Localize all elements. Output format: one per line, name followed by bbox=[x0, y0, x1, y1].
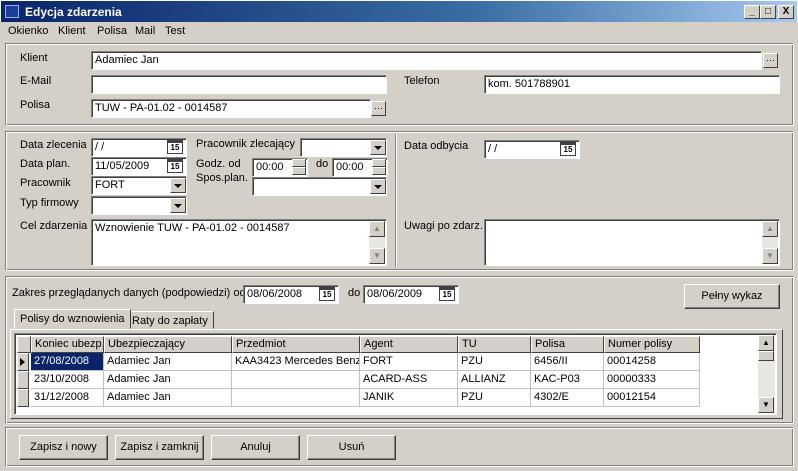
cell-tu[interactable]: PZU bbox=[458, 389, 531, 407]
menu-polisa[interactable]: Polisa bbox=[97, 25, 127, 37]
data-zlecenia-calendar-icon[interactable]: 15 bbox=[167, 139, 183, 154]
cell-agent[interactable]: JANIK bbox=[360, 389, 458, 407]
polisa-field[interactable]: TUW - PA-01.02 - 0014587 bbox=[91, 99, 371, 118]
col-header-polisa[interactable]: Polisa bbox=[531, 336, 604, 353]
menu-mail[interactable]: Mail bbox=[135, 25, 155, 37]
spos-plan-select[interactable] bbox=[252, 177, 387, 196]
policy-grid: Koniec ubezp. Ubezpieczający Przedmiot A… bbox=[14, 333, 777, 415]
polisa-label: Polisa bbox=[20, 99, 50, 111]
cell-polisa[interactable]: KAC-P03 bbox=[531, 371, 604, 389]
pracownik-label: Pracownik bbox=[20, 177, 71, 189]
cell-polisa[interactable]: 6456/II bbox=[531, 353, 604, 371]
panel-divider bbox=[395, 134, 397, 267]
telefon-field[interactable]: kom. 501788901 bbox=[484, 75, 780, 94]
range-from-calendar-icon[interactable]: 15 bbox=[319, 286, 335, 301]
uwagi-label: Uwagi po zdarz. bbox=[404, 220, 483, 232]
cel-zdarzenia-text: Wznowienie TUW - PA-01.02 - 0014587 bbox=[95, 222, 290, 234]
godz-do-spinner[interactable] bbox=[372, 159, 386, 176]
data-odbycia-label: Data odbycia bbox=[404, 140, 469, 152]
row-indicator[interactable] bbox=[17, 389, 29, 407]
email-label: E-Mail bbox=[20, 75, 52, 87]
cell-przedmiot[interactable] bbox=[232, 371, 360, 389]
grid-corner bbox=[17, 336, 31, 353]
tab-polisy[interactable]: Polisy do wznowienia bbox=[14, 309, 131, 329]
cel-zdarzenia-scrollbar[interactable]: ▲ ▼ bbox=[369, 221, 385, 264]
typ-firmowy-label: Typ firmowy bbox=[20, 197, 79, 209]
row-indicator[interactable] bbox=[17, 353, 29, 371]
range-to-label: do bbox=[348, 287, 361, 299]
menu-test[interactable]: Test bbox=[165, 25, 185, 37]
col-header-przedmiot[interactable]: Przedmiot bbox=[232, 336, 360, 353]
maximize-button[interactable]: □ bbox=[760, 5, 776, 19]
save-and-close-button[interactable]: Zapisz i zamknij bbox=[115, 435, 204, 460]
col-header-ubezpieczajacy[interactable]: Ubezpieczający bbox=[104, 336, 232, 353]
cell-ubezpieczajacy[interactable]: Adamiec Jan bbox=[104, 353, 232, 371]
uwagi-scrollbar[interactable]: ▲ ▼ bbox=[762, 221, 778, 264]
cell-przedmiot[interactable]: KAA3423 Mercedes Benz bbox=[232, 353, 360, 371]
godz-od-spinner[interactable] bbox=[292, 159, 306, 176]
menu-bar: Okienko Klient Polisa Mail Test bbox=[0, 22, 798, 40]
cell-przedmiot[interactable] bbox=[232, 389, 360, 407]
col-header-numer[interactable]: Numer polisy bbox=[604, 336, 700, 353]
telefon-label: Telefon bbox=[404, 75, 440, 87]
close-button[interactable]: X bbox=[778, 5, 794, 19]
cell-tu[interactable]: ALLIANZ bbox=[458, 371, 531, 389]
cell-koniec[interactable]: 27/08/2008 bbox=[31, 353, 104, 371]
cel-zdarzenia-textarea[interactable]: Wznowienie TUW - PA-01.02 - 0014587 ▲ ▼ bbox=[91, 219, 387, 266]
menu-okienko[interactable]: Okienko bbox=[8, 25, 48, 37]
col-header-tu[interactable]: TU bbox=[458, 336, 531, 353]
godz-od-label: Godz. od bbox=[196, 158, 241, 170]
col-header-koniec[interactable]: Koniec ubezp. bbox=[31, 336, 104, 353]
grid-scroll-thumb[interactable] bbox=[758, 351, 774, 361]
app-icon bbox=[5, 5, 19, 18]
pracownik-zlecajacy-label: Pracownik zlecający bbox=[196, 138, 296, 150]
klient-field[interactable]: Adamiec Jan bbox=[91, 51, 762, 70]
cel-zdarzenia-label: Cel zdarzenia bbox=[20, 220, 88, 232]
range-to-calendar-icon[interactable]: 15 bbox=[439, 286, 455, 301]
klient-label: Klient bbox=[20, 52, 48, 64]
data-plan-label: Data plan. bbox=[20, 158, 71, 170]
cell-agent[interactable]: ACARD-ASS bbox=[360, 371, 458, 389]
uwagi-textarea[interactable]: ▲ ▼ bbox=[484, 219, 780, 266]
save-and-new-button[interactable]: Zapisz i nowy bbox=[19, 435, 108, 460]
title-bar: Edycja zdarzenia _ □ X bbox=[0, 0, 798, 22]
data-plan-calendar-icon[interactable]: 15 bbox=[167, 158, 183, 173]
cell-polisa[interactable]: 4302/E bbox=[531, 389, 604, 407]
minimize-button[interactable]: _ bbox=[744, 5, 760, 19]
cell-numer[interactable]: 00014258 bbox=[604, 353, 700, 371]
pracownik-zlecajacy-dropdown-icon[interactable] bbox=[370, 140, 386, 155]
range-label: Zakres przeglądanych danych (podpowiedzi… bbox=[12, 287, 246, 299]
pracownik-dropdown-icon[interactable] bbox=[170, 178, 186, 193]
menu-klient[interactable]: Klient bbox=[58, 25, 86, 37]
cancel-button[interactable]: Anuluj bbox=[211, 435, 300, 460]
klient-ellipsis-button[interactable]: ··· bbox=[763, 53, 778, 68]
cell-tu[interactable]: PZU bbox=[458, 353, 531, 371]
cell-numer[interactable]: 00012154 bbox=[604, 389, 700, 407]
typ-firmowy-dropdown-icon[interactable] bbox=[170, 198, 186, 213]
cell-ubezpieczajacy[interactable]: Adamiec Jan bbox=[104, 389, 232, 407]
email-field[interactable] bbox=[91, 75, 387, 94]
row-indicator[interactable] bbox=[17, 371, 29, 389]
data-zlecenia-label: Data zlecenia bbox=[20, 139, 87, 151]
cell-koniec[interactable]: 31/12/2008 bbox=[31, 389, 104, 407]
window-title: Edycja zdarzenia bbox=[25, 5, 122, 19]
grid-scrollbar[interactable]: ▲ ▼ bbox=[758, 335, 775, 413]
data-odbycia-calendar-icon[interactable]: 15 bbox=[560, 141, 576, 156]
cell-ubezpieczajacy[interactable]: Adamiec Jan bbox=[104, 371, 232, 389]
col-header-agent[interactable]: Agent bbox=[360, 336, 458, 353]
tab-raty[interactable]: Raty do zapłaty bbox=[126, 311, 214, 329]
delete-button[interactable]: Usuń bbox=[307, 435, 396, 460]
cell-koniec[interactable]: 23/10/2008 bbox=[31, 371, 104, 389]
full-list-button[interactable]: Pełny wykaz bbox=[684, 284, 780, 309]
godz-do-label: do bbox=[316, 158, 329, 170]
spos-plan-dropdown-icon[interactable] bbox=[370, 179, 386, 194]
cell-numer[interactable]: 00000333 bbox=[604, 371, 700, 389]
cell-agent[interactable]: FORT bbox=[360, 353, 458, 371]
polisa-ellipsis-button[interactable]: ··· bbox=[371, 101, 386, 116]
spos-plan-label: Spos.plan. bbox=[196, 172, 248, 184]
